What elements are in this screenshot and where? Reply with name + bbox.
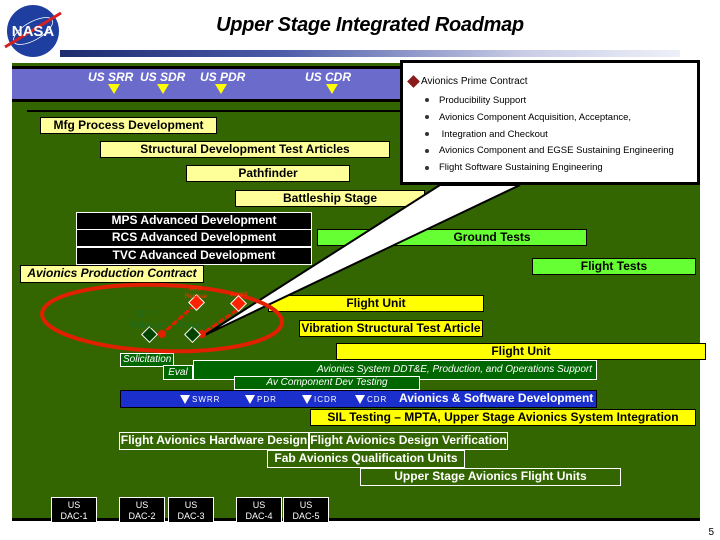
bullet-icon [425,115,429,120]
bullet-icon [425,132,429,137]
label-line: RFP [190,287,202,293]
callout-heading: Avionics Prime Contract [407,74,528,88]
label-line: Award [230,292,248,298]
label-award-old: Award [172,321,212,331]
callout-item-text: Avionics Component Acquisition, Acceptan… [439,111,632,123]
callout-item: Integration and Checkout [425,127,674,144]
bullet-icon [425,148,429,153]
bullet-icon [425,98,429,103]
callout-item: Producibility Support [425,93,674,110]
diamond-bullet-icon [407,74,420,88]
label-line: Release [184,294,207,300]
avionics-prime-contract-callout: Avionics Prime Contract Producibility Su… [400,60,700,185]
label-line: Release [128,320,166,331]
callout-item-text: Integration and Checkout [439,128,548,140]
callout-item-text: Flight Software Sustaining Engineering [439,162,603,174]
label-award-new: Award [225,292,253,299]
callout-heading-text: Avionics Prime Contract [421,76,528,87]
callout-item: Avionics Component and EGSE Sustaining E… [425,143,674,160]
callout-item: Avionics Component Acquisition, Acceptan… [425,110,674,127]
label-rfp-release-new: RFP Release [181,287,211,301]
callout-item-text: Producibility Support [439,95,527,106]
arrow-head-icon [158,330,166,338]
label-rfp-release-old: RFP Release [122,311,172,331]
callout-list: Producibility Support Avionics Component… [425,93,674,177]
label-line: Award [177,320,207,331]
callout-item: Flight Software Sustaining Engineering [425,160,674,177]
bullet-icon [425,165,429,170]
callout-item-text: Avionics Component and EGSE Sustaining E… [439,145,674,157]
callout-pointer [204,184,521,336]
page-number: 5 [708,527,714,538]
